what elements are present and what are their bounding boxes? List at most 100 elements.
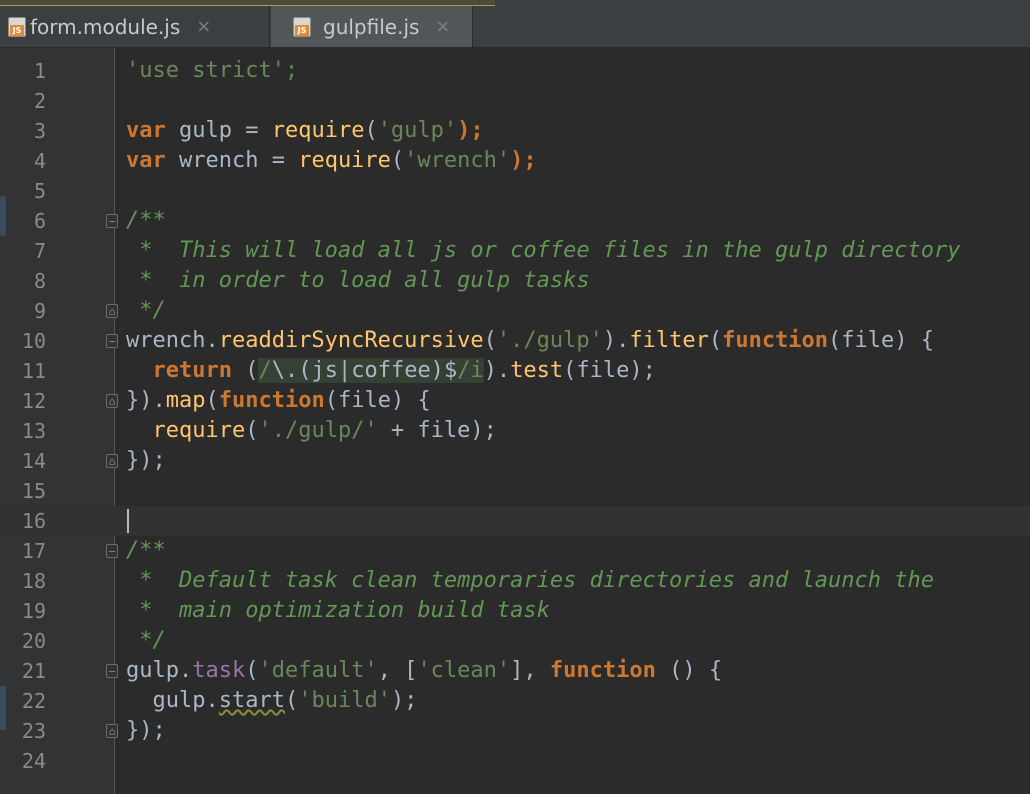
fold-collapse-icon[interactable]: − bbox=[106, 544, 118, 558]
code-text: gulp.task('default', ['clean'], function… bbox=[126, 656, 722, 686]
code-line[interactable]: 18 * Default task clean temporaries dire… bbox=[0, 566, 1030, 596]
line-number: 18 bbox=[21, 569, 46, 593]
code-token: ); bbox=[390, 688, 418, 713]
code-text: /** bbox=[126, 536, 166, 566]
fold-collapse-icon[interactable]: − bbox=[106, 334, 118, 348]
code-line[interactable]: 24 bbox=[0, 746, 1030, 776]
line-number: 15 bbox=[21, 479, 46, 503]
regex-token: $ bbox=[443, 358, 458, 383]
warning-token: start bbox=[218, 688, 285, 713]
code-line[interactable]: 21 − gulp.task('default', ['clean'], funct… bbox=[0, 656, 1030, 686]
comment-token: * Default task clean temporaries directo… bbox=[126, 568, 934, 593]
line-number: 14 bbox=[21, 449, 46, 473]
tab-form-module-js[interactable]: JS form.module.js × bbox=[0, 6, 270, 47]
code-text: }).map(function(file) { bbox=[126, 386, 431, 416]
keyword-token: var bbox=[126, 148, 166, 173]
code-token: ], bbox=[510, 658, 550, 683]
line-number: 21 bbox=[21, 659, 46, 683]
function-token: readdirSyncRecursive bbox=[218, 328, 484, 353]
code-line[interactable]: 17 −/** bbox=[0, 536, 1030, 566]
code-line[interactable]: 2 bbox=[0, 86, 1030, 116]
line-number: 1 bbox=[33, 59, 46, 83]
keyword-token: var bbox=[126, 118, 166, 143]
editor-tab-bar: JS form.module.js × JS gulpfile.js × bbox=[0, 0, 1030, 48]
line-number: 7 bbox=[33, 239, 46, 263]
fold-end-icon[interactable]: ⌂ bbox=[106, 454, 118, 468]
comment-token: /** bbox=[126, 208, 166, 233]
comment-token: * main optimization build task bbox=[126, 598, 550, 623]
code-text: gulp.start('build'); bbox=[126, 686, 418, 716]
fold-end-icon[interactable]: ⌂ bbox=[106, 724, 118, 738]
code-line[interactable]: 23 ⌂}); bbox=[0, 716, 1030, 746]
code-line[interactable]: 15 bbox=[0, 476, 1030, 506]
close-icon[interactable]: × bbox=[196, 16, 211, 37]
code-text: }); bbox=[126, 446, 166, 476]
function-token: filter bbox=[629, 328, 709, 353]
code-line-current[interactable]: 16 bbox=[0, 506, 1030, 536]
code-line[interactable]: 13 require('./gulp/' + file); bbox=[0, 416, 1030, 446]
line-number: 22 bbox=[21, 689, 46, 713]
string-token: 'wrench' bbox=[404, 148, 511, 173]
code-text: * main optimization build task bbox=[126, 596, 550, 626]
code-token: gulp. bbox=[152, 688, 219, 713]
function-token: map bbox=[165, 388, 206, 413]
string-token: 'gulp' bbox=[377, 118, 458, 143]
code-line[interactable]: 9 ⌂ */ bbox=[0, 296, 1030, 326]
text-caret bbox=[127, 509, 129, 533]
comment-token: /** bbox=[126, 538, 166, 563]
code-token: }). bbox=[126, 388, 166, 413]
regex-token: / bbox=[258, 358, 272, 383]
code-token: }); bbox=[126, 718, 166, 743]
code-token: ( bbox=[245, 658, 259, 683]
code-line[interactable]: 10− wrench.readdirSyncRecursive('./gulp')… bbox=[0, 326, 1030, 356]
code-line[interactable]: 3 var gulp = require('gulp'); bbox=[0, 116, 1030, 146]
fold-end-icon[interactable]: ⌂ bbox=[106, 304, 118, 318]
code-line[interactable]: 1 'use strict'; bbox=[0, 56, 1030, 86]
line-number: 17 bbox=[21, 539, 46, 563]
comment-token: */ bbox=[126, 628, 166, 653]
code-line[interactable]: 22 gulp.start('build'); bbox=[0, 686, 1030, 716]
comment-token: */ bbox=[126, 298, 166, 323]
code-line[interactable]: 7 * This will load all js or coffee file… bbox=[0, 236, 1030, 266]
code-token: + file); bbox=[377, 418, 497, 443]
code-editor[interactable]: 1'use strict'; 2 3 var gulp = require('gu… bbox=[0, 56, 1030, 776]
code-line[interactable]: 5 bbox=[0, 176, 1030, 206]
tab-gulpfile-js[interactable]: JS gulpfile.js × bbox=[271, 6, 473, 47]
code-token: }); bbox=[126, 448, 166, 473]
function-token: test bbox=[510, 358, 564, 383]
code-line[interactable]: 11 return (/\.(js|coffee)$/i).test(file)… bbox=[0, 356, 1030, 386]
code-line[interactable]: 6 −/** bbox=[0, 206, 1030, 236]
comment-token: * This will load all js or coffee files … bbox=[126, 238, 961, 263]
code-line[interactable]: 12 ⌂}).map(function(file) { bbox=[0, 386, 1030, 416]
function-token: require bbox=[298, 148, 391, 173]
fold-end-icon[interactable]: ⌂ bbox=[106, 394, 118, 408]
line-number: 4 bbox=[33, 149, 46, 173]
code-line[interactable]: 8 * in order to load all gulp tasks bbox=[0, 266, 1030, 296]
line-number: 9 bbox=[33, 299, 46, 323]
code-token: ( bbox=[205, 388, 219, 413]
line-number: 8 bbox=[33, 269, 46, 293]
code-text: return (/\.(js|coffee)$/i).test(file); bbox=[126, 356, 656, 386]
code-line[interactable]: 4 var wrench = require('wrench'); bbox=[0, 146, 1030, 176]
code-line[interactable]: 14 ⌂}); bbox=[0, 446, 1030, 476]
line-number: 6 bbox=[33, 209, 46, 233]
code-line[interactable]: 20 */ bbox=[0, 626, 1030, 656]
code-token: (file) { bbox=[324, 388, 431, 413]
code-line[interactable]: 19 * main optimization build task bbox=[0, 596, 1030, 626]
line-number: 23 bbox=[21, 719, 46, 743]
line-number: 5 bbox=[33, 179, 46, 203]
line-number: 20 bbox=[21, 629, 46, 653]
code-token: ( bbox=[231, 358, 259, 383]
code-text: 'use strict'; bbox=[126, 56, 298, 86]
close-icon[interactable]: × bbox=[435, 16, 450, 37]
code-token: ( bbox=[708, 328, 723, 353]
code-text: /** bbox=[126, 206, 166, 236]
fold-collapse-icon[interactable]: − bbox=[106, 214, 118, 228]
regex-token: \. bbox=[271, 358, 299, 383]
code-text: */ bbox=[126, 296, 166, 326]
code-text: require('./gulp/' + file); bbox=[126, 416, 497, 446]
fold-collapse-icon[interactable]: − bbox=[106, 664, 118, 678]
tab-label: form.module.js bbox=[30, 14, 181, 39]
string-token: 'build' bbox=[298, 688, 391, 713]
line-number: 3 bbox=[33, 119, 46, 143]
